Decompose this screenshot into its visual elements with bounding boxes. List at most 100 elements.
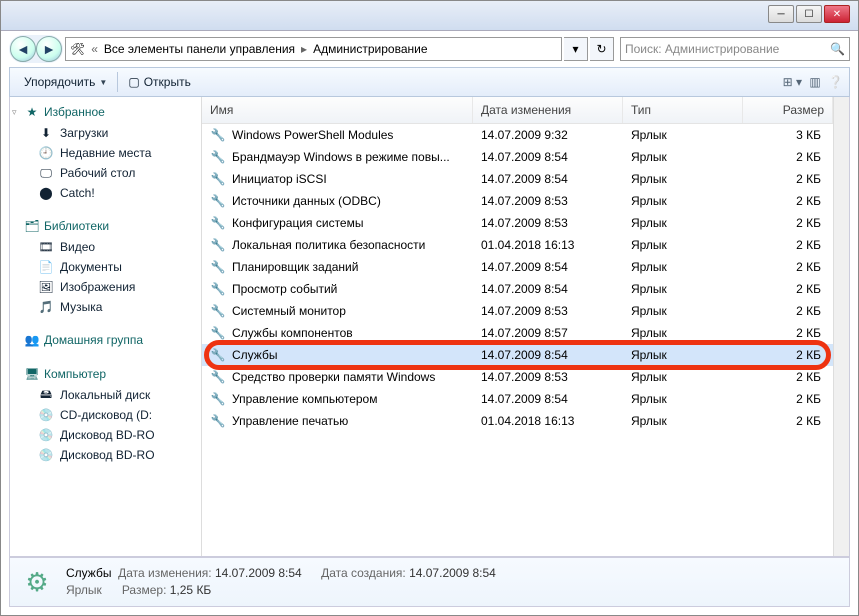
file-type: Ярлык	[623, 304, 743, 318]
nav-item[interactable]: 🖼Изображения	[10, 277, 201, 297]
file-row[interactable]: 🔧Средство проверки памяти Windows14.07.2…	[202, 366, 833, 388]
file-size: 2 КБ	[743, 194, 833, 208]
address-bar[interactable]: 🛠 « Все элементы панели управления ▸ Адм…	[65, 37, 562, 61]
nav-item[interactable]: 🖴Локальный диск	[10, 385, 201, 405]
nav-computer-label: Компьютер	[44, 367, 106, 381]
details-title: Службы	[66, 566, 111, 580]
nav-computer-header[interactable]: 🖥 Компьютер	[10, 363, 201, 385]
file-date: 14.07.2009 8:53	[473, 370, 623, 384]
details-datecreated-label: Дата создания:	[321, 566, 406, 580]
breadcrumb-part-1[interactable]: Все элементы панели управления	[104, 42, 295, 56]
file-size: 2 КБ	[743, 414, 833, 428]
nav-item-label: Локальный диск	[60, 388, 150, 402]
navigation-pane[interactable]: ▿ ★ Избранное ⬇Загрузки🕘Недавние места🖵Р…	[10, 97, 202, 556]
help-button[interactable]: ❔	[828, 75, 843, 89]
nav-libraries-header[interactable]: 🗂 Библиотеки	[10, 215, 201, 237]
explorer-window: ─ ☐ ✕ ◄ ► 🛠 « Все элементы панели управл…	[0, 0, 859, 616]
view-mode-button[interactable]: ⊞ ▾	[783, 75, 802, 89]
search-placeholder: Поиск: Администрирование	[625, 42, 830, 56]
file-type: Ярлык	[623, 370, 743, 384]
file-row[interactable]: 🔧Источники данных (ODBC)14.07.2009 8:53Я…	[202, 190, 833, 212]
file-row[interactable]: 🔧Планировщик заданий14.07.2009 8:54Ярлык…	[202, 256, 833, 278]
column-size[interactable]: Размер	[743, 97, 833, 123]
shortcut-icon: 🔧	[210, 259, 226, 275]
file-row[interactable]: 🔧Брандмауэр Windows в режиме повы...14.0…	[202, 146, 833, 168]
nav-item[interactable]: 💿Дисковод BD-RO	[10, 425, 201, 445]
nav-item[interactable]: 💿Дисковод BD-RO	[10, 445, 201, 465]
minimize-button[interactable]: ─	[768, 5, 794, 23]
file-row[interactable]: 🔧Локальная политика безопасности01.04.20…	[202, 234, 833, 256]
file-row[interactable]: 🔧Службы компонентов14.07.2009 8:57Ярлык2…	[202, 322, 833, 344]
file-type: Ярлык	[623, 172, 743, 186]
column-name[interactable]: Имя	[202, 97, 473, 123]
view-controls: ⊞ ▾ ▥ ❔	[779, 75, 843, 89]
file-rows: 🔧Windows PowerShell Modules14.07.2009 9:…	[202, 124, 833, 556]
nav-item[interactable]: 🎞Видео	[10, 237, 201, 257]
column-date[interactable]: Дата изменения	[473, 97, 623, 123]
collapse-icon[interactable]: ▿	[12, 107, 17, 118]
breadcrumb-part-2[interactable]: Администрирование	[313, 42, 427, 56]
file-size: 2 КБ	[743, 304, 833, 318]
shortcut-icon: 🔧	[210, 215, 226, 231]
details-datecreated: 14.07.2009 8:54	[409, 566, 496, 580]
file-size: 2 КБ	[743, 150, 833, 164]
column-type[interactable]: Тип	[623, 97, 743, 123]
column-headers: Имя Дата изменения Тип Размер	[202, 97, 833, 124]
organize-button[interactable]: Упорядочить ▼	[16, 72, 115, 92]
refresh-button[interactable]: ↻	[590, 37, 614, 61]
file-row[interactable]: 🔧Управление компьютером14.07.2009 8:54Яр…	[202, 388, 833, 410]
file-row[interactable]: 🔧Просмотр событий14.07.2009 8:54Ярлык2 К…	[202, 278, 833, 300]
services-icon: ⚙	[18, 563, 56, 601]
nav-item[interactable]: 🕘Недавние места	[10, 143, 201, 163]
file-date: 14.07.2009 8:53	[473, 304, 623, 318]
file-row[interactable]: 🔧Конфигурация системы14.07.2009 8:53Ярлы…	[202, 212, 833, 234]
file-type: Ярлык	[623, 260, 743, 274]
nav-item[interactable]: ⬤Catch!	[10, 183, 201, 203]
nav-item[interactable]: 🖵Рабочий стол	[10, 163, 201, 183]
nav-item[interactable]: 💿CD-дисковод (D:	[10, 405, 201, 425]
file-size: 2 КБ	[743, 282, 833, 296]
file-row[interactable]: 🔧Windows PowerShell Modules14.07.2009 9:…	[202, 124, 833, 146]
file-size: 2 КБ	[743, 392, 833, 406]
file-row[interactable]: 🔧Управление печатью01.04.2018 16:13Ярлык…	[202, 410, 833, 432]
file-type: Ярлык	[623, 348, 743, 362]
back-button[interactable]: ◄	[10, 36, 36, 62]
nav-item[interactable]: 📄Документы	[10, 257, 201, 277]
shortcut-icon: 🔧	[210, 391, 226, 407]
search-box[interactable]: Поиск: Администрирование 🔍	[620, 37, 850, 61]
close-button[interactable]: ✕	[824, 5, 850, 23]
file-name: Управление компьютером	[232, 392, 377, 406]
nav-homegroup-header[interactable]: 👥 Домашняя группа	[10, 329, 201, 351]
file-name: Источники данных (ODBC)	[232, 194, 381, 208]
details-datemod: 14.07.2009 8:54	[215, 566, 302, 580]
file-name: Брандмауэр Windows в режиме повы...	[232, 150, 450, 164]
file-name: Windows PowerShell Modules	[232, 128, 393, 142]
file-row[interactable]: 🔧Системный монитор14.07.2009 8:53Ярлык2 …	[202, 300, 833, 322]
nav-item[interactable]: 🎵Музыка	[10, 297, 201, 317]
nav-favorites-header[interactable]: ▿ ★ Избранное	[10, 101, 201, 123]
preview-pane-button[interactable]: ▥	[809, 75, 820, 89]
file-type: Ярлык	[623, 216, 743, 230]
search-icon: 🔍	[830, 42, 845, 56]
forward-button[interactable]: ►	[36, 36, 62, 62]
open-icon: ▢	[128, 75, 139, 89]
address-dropdown[interactable]: ▾	[564, 37, 588, 61]
nav-item[interactable]: ⬇Загрузки	[10, 123, 201, 143]
file-row[interactable]: 🔧Службы14.07.2009 8:54Ярлык2 КБ	[202, 344, 833, 366]
file-row[interactable]: 🔧Инициатор iSCSI14.07.2009 8:54Ярлык2 КБ	[202, 168, 833, 190]
open-button[interactable]: ▢ Открыть	[120, 72, 198, 92]
shortcut-icon: 🔧	[210, 149, 226, 165]
open-label: Открыть	[144, 75, 191, 89]
file-name: Управление печатью	[232, 414, 348, 428]
details-datemod-label: Дата изменения:	[118, 566, 212, 580]
file-type: Ярлык	[623, 150, 743, 164]
catch-icon: ⬤	[38, 185, 54, 201]
breadcrumb-chevron-icon[interactable]: ▸	[299, 42, 309, 56]
file-size: 2 КБ	[743, 348, 833, 362]
file-date: 14.07.2009 8:54	[473, 392, 623, 406]
file-size: 2 КБ	[743, 238, 833, 252]
scrollbar-vertical[interactable]	[833, 97, 849, 556]
maximize-button[interactable]: ☐	[796, 5, 822, 23]
file-size: 2 КБ	[743, 216, 833, 230]
file-name: Конфигурация системы	[232, 216, 363, 230]
